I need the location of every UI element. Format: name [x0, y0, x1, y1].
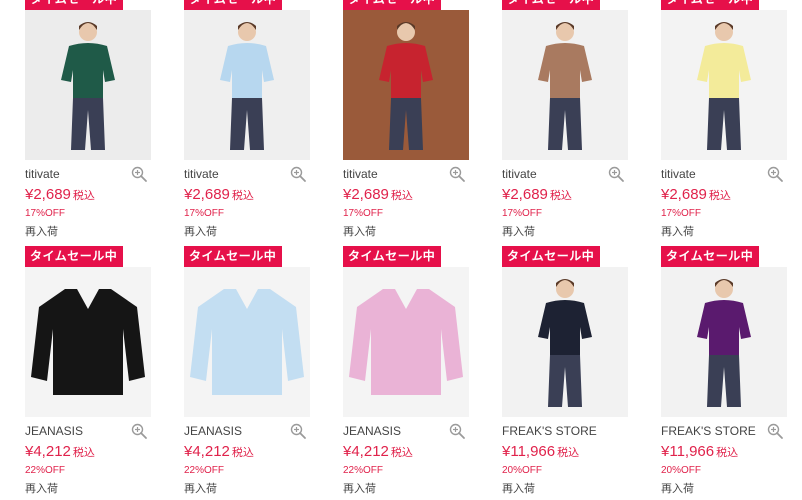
product-image[interactable]: [661, 10, 787, 160]
price: ¥4,212 税込: [184, 443, 254, 461]
restock-label: 再入荷: [343, 483, 376, 495]
time-sale-badge: タイムセール中: [25, 0, 124, 10]
restock-label: 再入荷: [25, 226, 58, 238]
product-image[interactable]: [25, 10, 151, 160]
discount-label: 17%OFF: [184, 208, 225, 219]
discount-label: 20%OFF: [502, 465, 543, 476]
product-image[interactable]: [502, 267, 628, 417]
product-image[interactable]: [184, 267, 310, 417]
product-image[interactable]: [184, 10, 310, 160]
restock-label: 再入荷: [343, 226, 376, 238]
restock-label: 再入荷: [25, 483, 58, 495]
price: ¥2,689 税込: [184, 186, 254, 204]
time-sale-badge: タイムセール中: [502, 246, 601, 267]
price-amount: ¥11,966: [661, 443, 715, 460]
discount-label: 17%OFF: [25, 208, 66, 219]
zoom-in-icon[interactable]: [766, 422, 784, 440]
time-sale-badge: タイムセール中: [184, 246, 283, 267]
brand-name[interactable]: titivate: [502, 167, 537, 181]
product-image[interactable]: [343, 267, 469, 417]
restock-label: 再入荷: [502, 226, 535, 238]
brand-name[interactable]: titivate: [343, 167, 378, 181]
time-sale-badge: タイムセール中: [343, 246, 442, 267]
tax-label: 税込: [72, 447, 95, 459]
price-amount: ¥4,212: [343, 443, 389, 460]
price-amount: ¥2,689: [343, 186, 389, 203]
restock-label: 再入荷: [502, 483, 535, 495]
time-sale-badge: タイムセール中: [343, 0, 442, 10]
price: ¥11,966 税込: [661, 443, 738, 461]
price: ¥4,212 税込: [343, 443, 413, 461]
brand-name[interactable]: titivate: [25, 167, 60, 181]
product-image[interactable]: [343, 10, 469, 160]
price: ¥2,689 税込: [25, 186, 95, 204]
zoom-in-icon[interactable]: [289, 422, 307, 440]
tax-label: 税込: [72, 190, 95, 202]
time-sale-badge: タイムセール中: [502, 0, 601, 10]
restock-label: 再入荷: [184, 226, 217, 238]
price: ¥4,212 税込: [25, 443, 95, 461]
discount-label: 22%OFF: [343, 465, 384, 476]
product-image[interactable]: [661, 267, 787, 417]
tax-label: 税込: [549, 190, 572, 202]
brand-name[interactable]: titivate: [184, 167, 219, 181]
discount-label: 22%OFF: [25, 465, 66, 476]
product-grid: タイムセール中 titivate ¥2,689税込 17%OFF 再入荷 タイム…: [0, 0, 802, 500]
tax-label: 税込: [716, 447, 739, 459]
discount-label: 22%OFF: [184, 465, 225, 476]
price-amount: ¥4,212: [184, 443, 230, 460]
brand-name[interactable]: FREAK'S STORE: [661, 424, 756, 438]
brand-name[interactable]: JEANASIS: [25, 424, 83, 438]
time-sale-badge: タイムセール中: [661, 0, 760, 10]
product-image[interactable]: [502, 10, 628, 160]
product-image[interactable]: [25, 267, 151, 417]
price-amount: ¥2,689: [502, 186, 548, 203]
price-amount: ¥2,689: [25, 186, 71, 203]
zoom-in-icon[interactable]: [448, 422, 466, 440]
zoom-in-icon[interactable]: [130, 165, 148, 183]
price-amount: ¥2,689: [184, 186, 230, 203]
restock-label: 再入荷: [661, 226, 694, 238]
price: ¥2,689 税込: [661, 186, 731, 204]
zoom-in-icon[interactable]: [607, 165, 625, 183]
tax-label: 税込: [557, 447, 580, 459]
zoom-in-icon[interactable]: [289, 165, 307, 183]
price-amount: ¥2,689: [661, 186, 707, 203]
restock-label: 再入荷: [184, 483, 217, 495]
time-sale-badge: タイムセール中: [184, 0, 283, 10]
price: ¥11,966 税込: [502, 443, 579, 461]
tax-label: 税込: [708, 190, 731, 202]
discount-label: 17%OFF: [343, 208, 384, 219]
price-amount: ¥11,966: [502, 443, 556, 460]
price: ¥2,689 税込: [502, 186, 572, 204]
brand-name[interactable]: JEANASIS: [343, 424, 401, 438]
zoom-in-icon[interactable]: [130, 422, 148, 440]
zoom-in-icon[interactable]: [448, 165, 466, 183]
discount-label: 17%OFF: [502, 208, 543, 219]
tax-label: 税込: [390, 447, 413, 459]
price: ¥2,689 税込: [343, 186, 413, 204]
zoom-in-icon[interactable]: [766, 165, 784, 183]
time-sale-badge: タイムセール中: [25, 246, 124, 267]
brand-name[interactable]: titivate: [661, 167, 696, 181]
tax-label: 税込: [390, 190, 413, 202]
price-amount: ¥4,212: [25, 443, 71, 460]
brand-name[interactable]: FREAK'S STORE: [502, 424, 597, 438]
restock-label: 再入荷: [661, 483, 694, 495]
discount-label: 17%OFF: [661, 208, 702, 219]
brand-name[interactable]: JEANASIS: [184, 424, 242, 438]
time-sale-badge: タイムセール中: [661, 246, 760, 267]
tax-label: 税込: [231, 190, 254, 202]
discount-label: 20%OFF: [661, 465, 702, 476]
tax-label: 税込: [231, 447, 254, 459]
